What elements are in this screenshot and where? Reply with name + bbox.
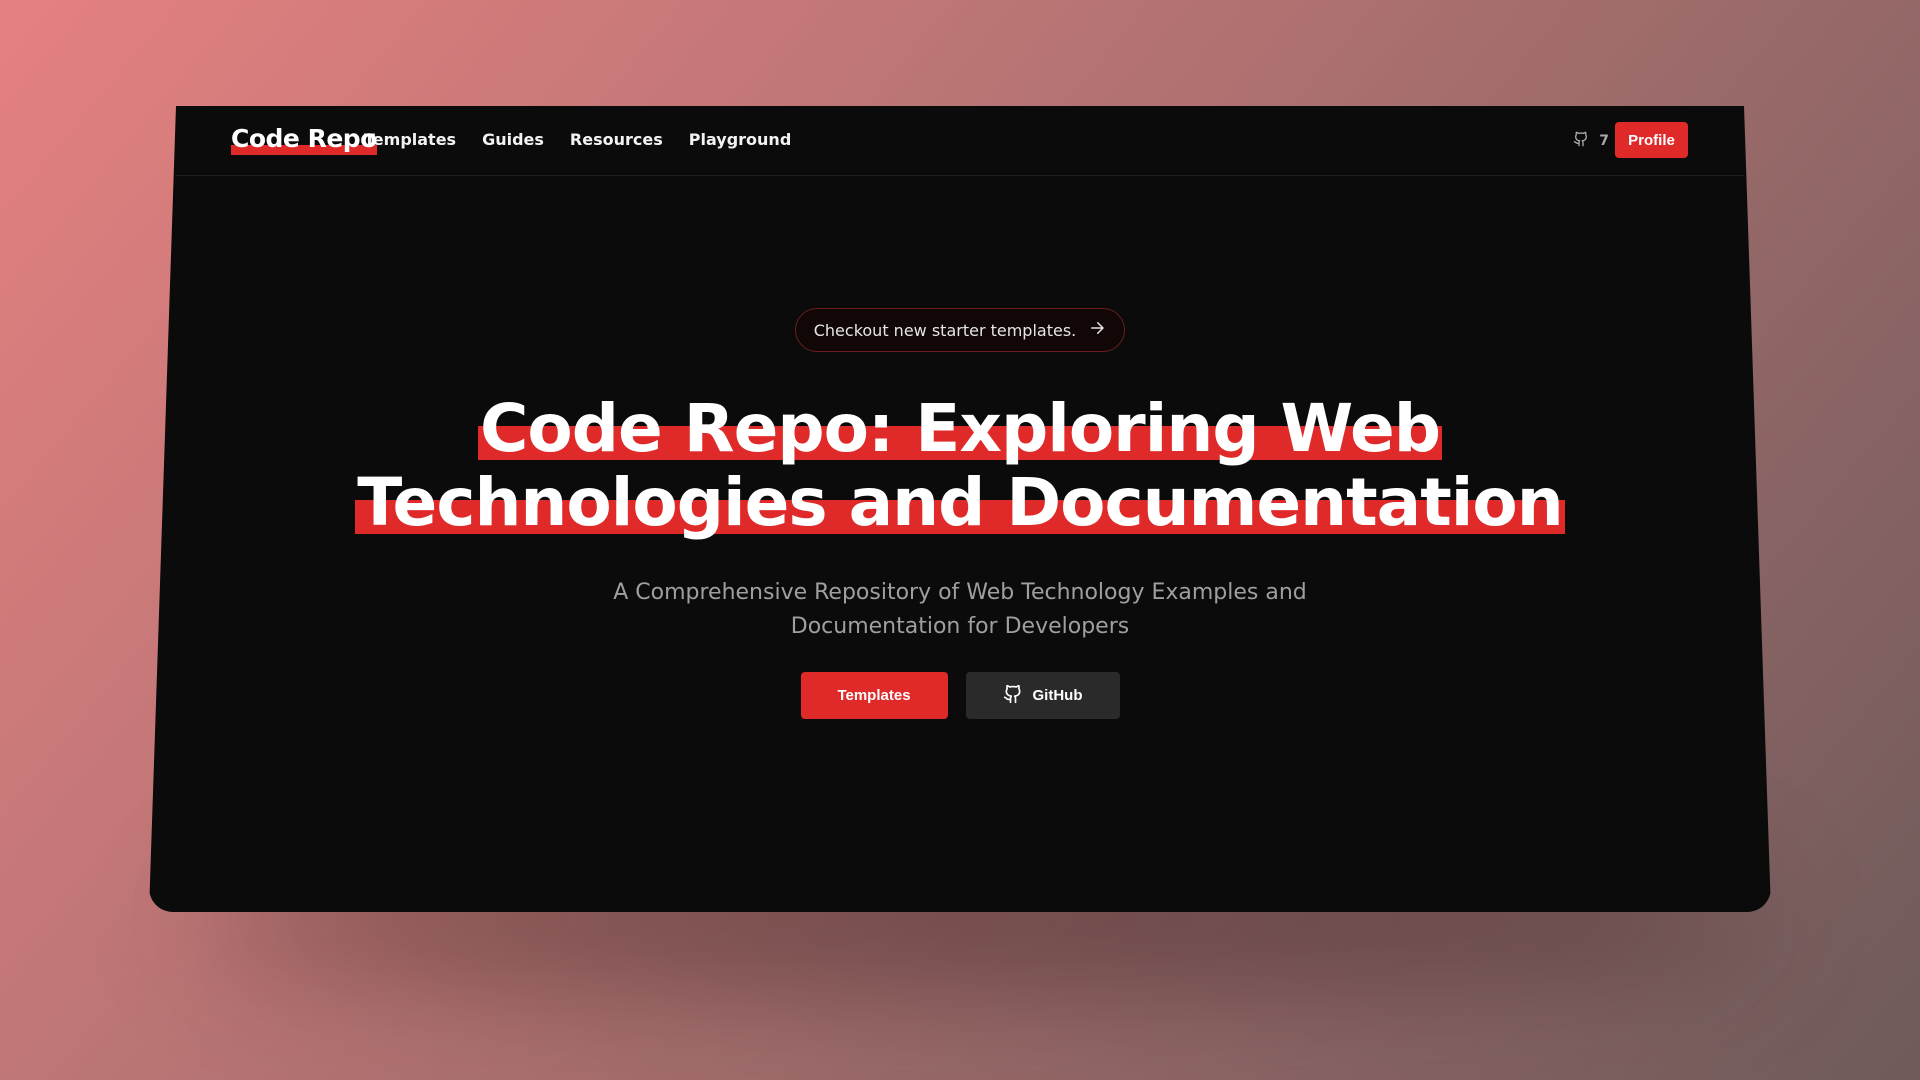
github-button-label: GitHub [1032, 687, 1083, 704]
main-menu: Templates Guides Resources Playground [364, 130, 791, 149]
github-icon [1573, 131, 1589, 151]
templates-button[interactable]: Templates [800, 672, 948, 719]
github-stars-link[interactable]: 7 [1573, 131, 1609, 151]
nav-item-guides[interactable]: Guides [482, 130, 544, 149]
hero-heading: Code Repo: Exploring Web Technologies an… [149, 392, 1771, 540]
github-button[interactable]: GitHub [965, 672, 1120, 719]
hero-heading-line-1: Code Repo: Exploring Web [477, 390, 1442, 467]
github-stars-count: 7 [1599, 133, 1609, 149]
brand-logo[interactable]: Code Repo [231, 124, 377, 155]
logo-text: Code Repo [231, 124, 377, 153]
top-navbar: Code Repo Templates Guides Resources Pla… [176, 106, 1744, 176]
arrow-right-icon [1088, 319, 1106, 341]
nav-item-resources[interactable]: Resources [570, 130, 663, 149]
announcement-text: Checkout new starter templates. [813, 320, 1077, 340]
hero-actions: Templates GitHub [149, 672, 1771, 719]
announcement-pill[interactable]: Checkout new starter templates. [795, 308, 1125, 352]
profile-button[interactable]: Profile [1615, 122, 1688, 158]
browser-window: Code Repo Templates Guides Resources Pla… [149, 106, 1771, 912]
hero-subtitle: A Comprehensive Repository of Web Techno… [613, 580, 1307, 639]
hero-heading-line-2: Technologies and Documentation [355, 464, 1565, 541]
nav-item-templates[interactable]: Templates [364, 130, 456, 149]
github-icon [1003, 684, 1023, 708]
nav-item-playground[interactable]: Playground [689, 130, 792, 149]
